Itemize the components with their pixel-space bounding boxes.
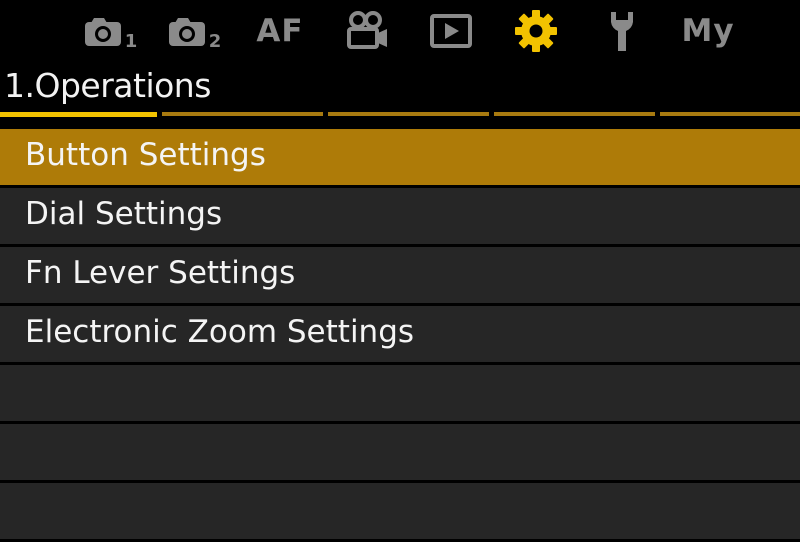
- camera-icon: [84, 18, 121, 46]
- menu-item-label: Button Settings: [25, 137, 266, 173]
- tab-setup-menu[interactable]: [600, 8, 644, 54]
- settings-menu-list: Button Settings Dial Settings Fn Lever S…: [0, 129, 800, 542]
- menu-item-label: Dial Settings: [25, 196, 223, 232]
- tab-video-menu[interactable]: [342, 8, 392, 54]
- page-indicator-segment: [494, 112, 655, 116]
- menu-item-fn-lever-settings[interactable]: Fn Lever Settings: [0, 247, 800, 303]
- menu-item-button-settings[interactable]: Button Settings: [0, 129, 800, 185]
- tab-af-label: AF: [256, 13, 304, 49]
- tab-playback-menu[interactable]: [426, 8, 476, 54]
- menu-item-label: Electronic Zoom Settings: [25, 314, 415, 350]
- page-indicator-segment: [0, 112, 157, 117]
- tab-af[interactable]: AF: [252, 8, 308, 54]
- page-indicator-segment: [660, 112, 800, 116]
- tab-shooting-menu-2[interactable]: 2: [164, 8, 224, 54]
- menu-item-label: Fn Lever Settings: [25, 255, 296, 291]
- wrench-icon: [611, 12, 633, 51]
- page-indicator: [0, 112, 800, 118]
- menu-item-empty: [0, 424, 800, 480]
- tab-subscript: 1: [124, 30, 138, 52]
- page-title: 1.Operations: [4, 66, 211, 105]
- page-indicator-segment: [162, 112, 323, 116]
- camera-icon: [168, 18, 205, 46]
- video-camera-icon: [347, 11, 387, 49]
- tab-my-menu[interactable]: My: [676, 8, 740, 54]
- page-indicator-segment: [328, 112, 489, 116]
- menu-item-empty: [0, 365, 800, 421]
- menu-item-electronic-zoom-settings[interactable]: Electronic Zoom Settings: [0, 306, 800, 362]
- tab-custom-menu[interactable]: [508, 8, 564, 54]
- tab-my-label: My: [681, 13, 735, 49]
- tab-shooting-menu-1[interactable]: 1: [80, 8, 140, 54]
- gear-icon: [515, 10, 557, 52]
- menu-tab-bar: 1 2 AF My: [0, 0, 800, 62]
- playback-icon: [430, 14, 472, 48]
- menu-item-dial-settings[interactable]: Dial Settings: [0, 188, 800, 244]
- menu-item-empty: [0, 483, 800, 539]
- tab-subscript: 2: [208, 30, 222, 52]
